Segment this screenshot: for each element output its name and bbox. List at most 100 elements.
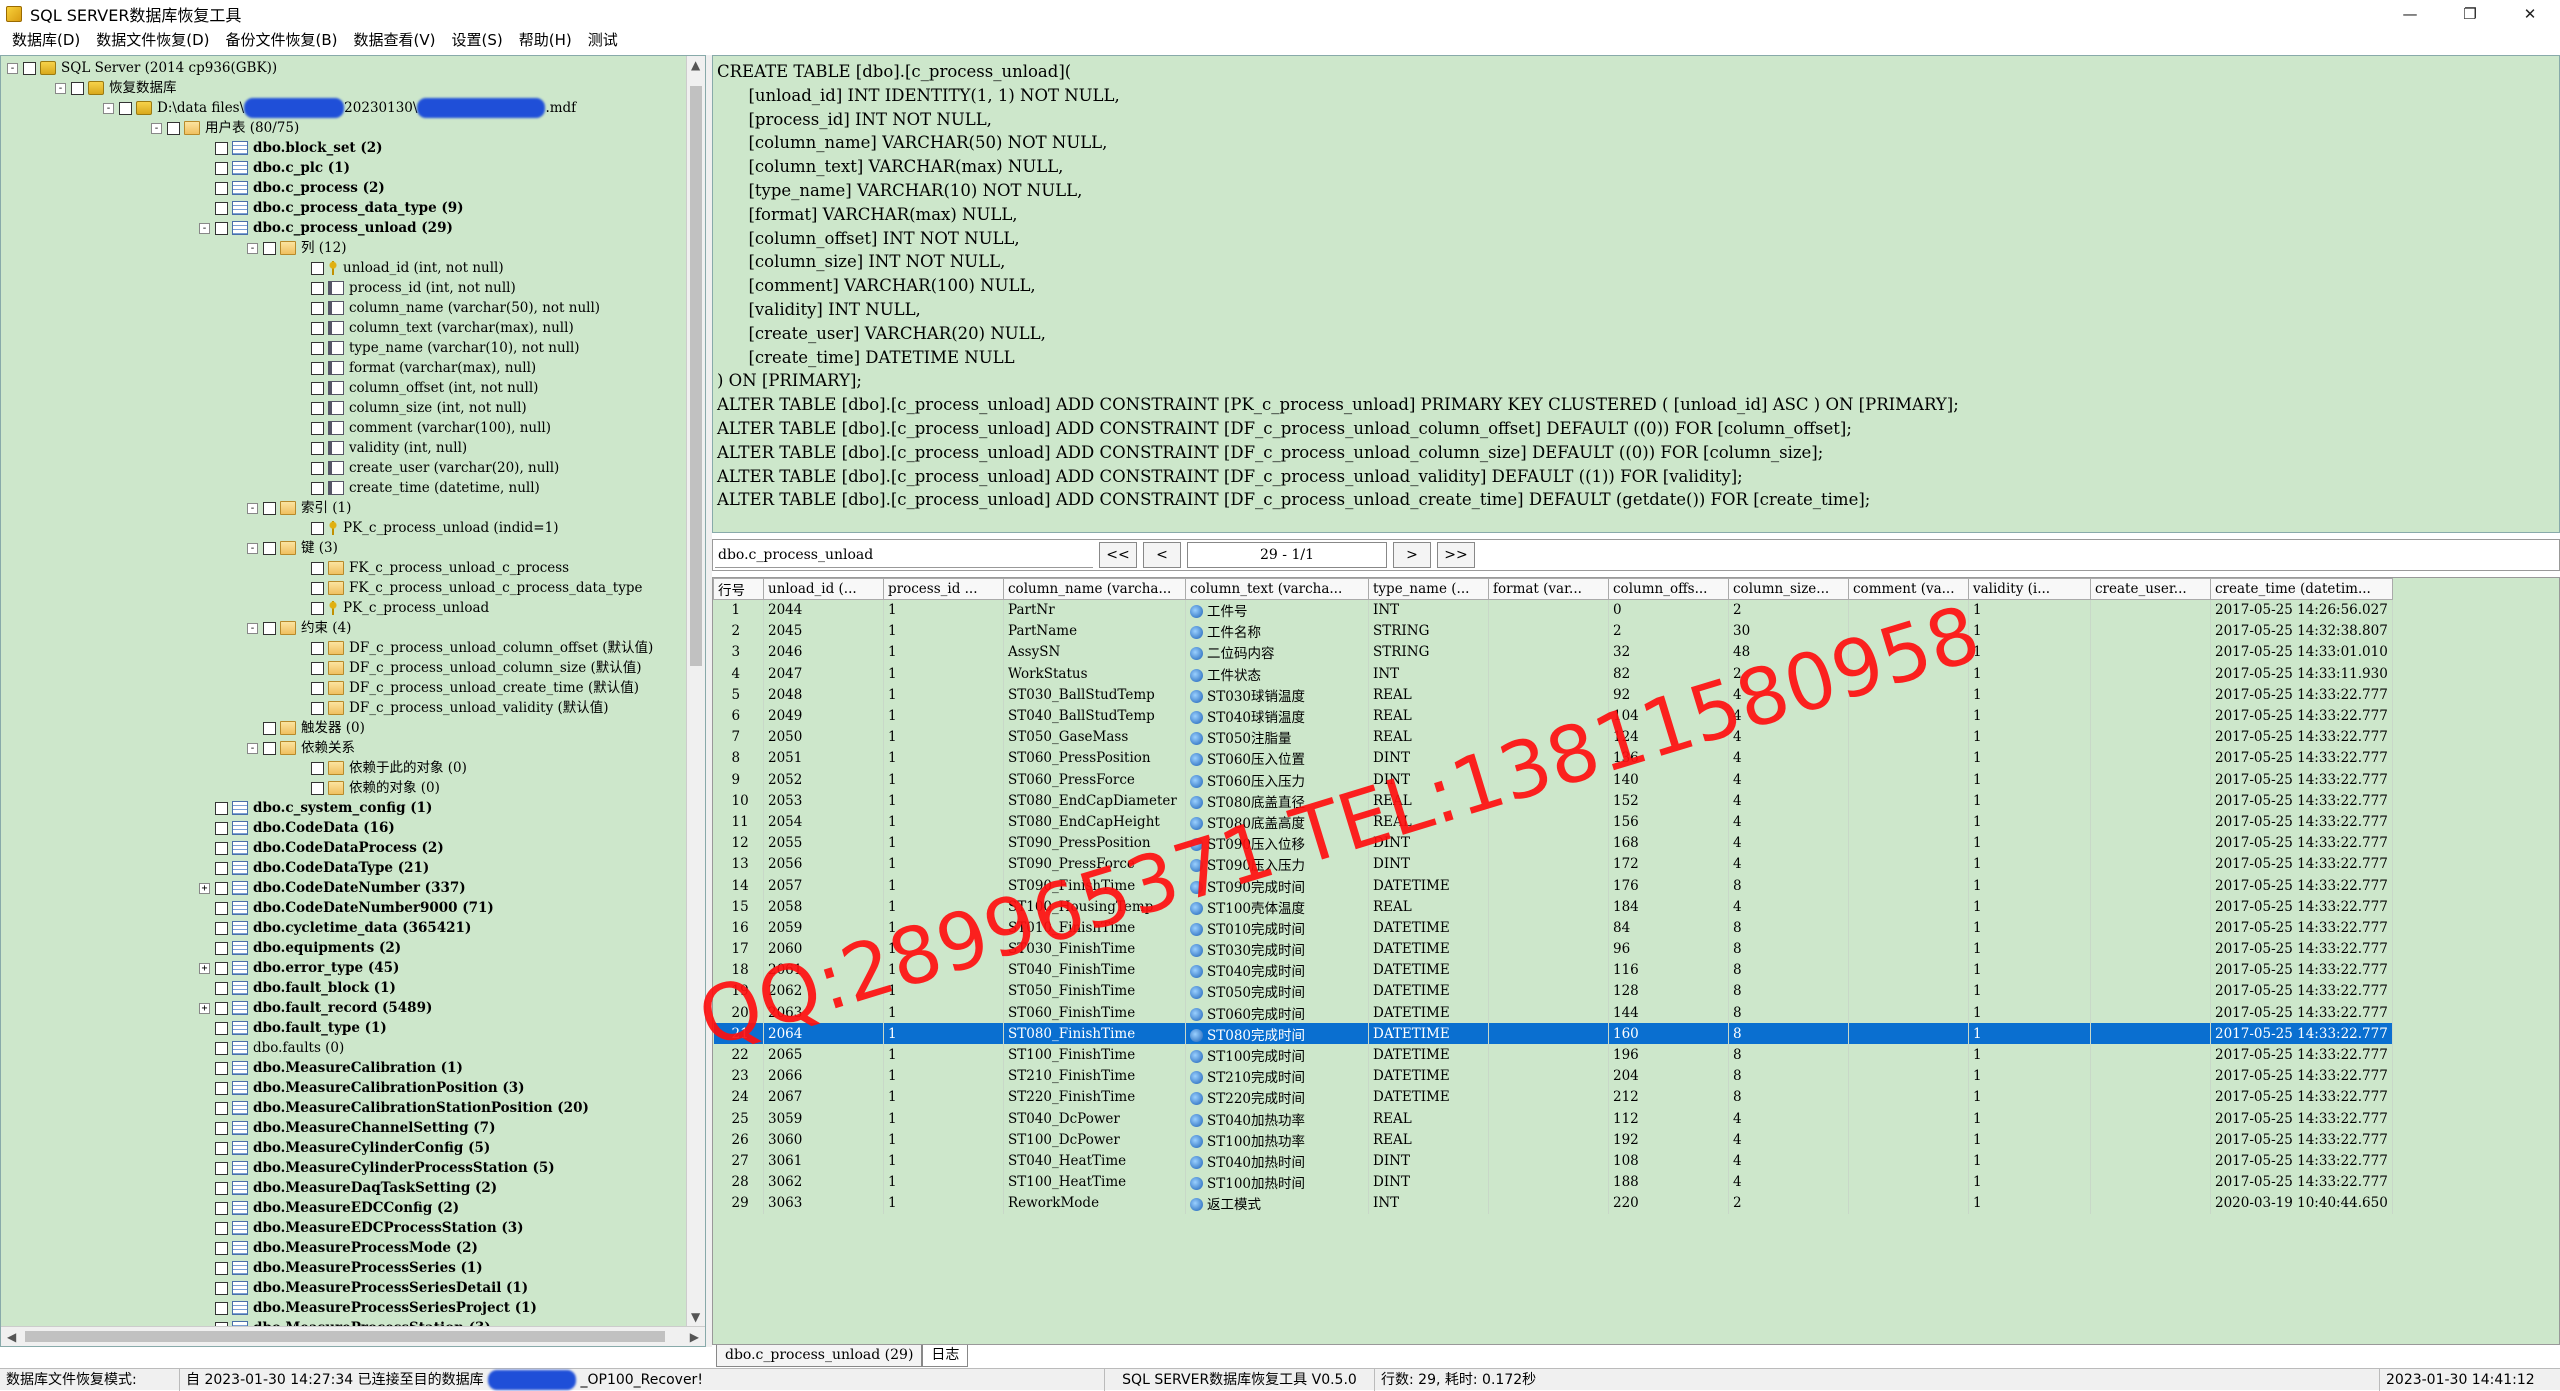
table-cell[interactable]: 2067 [763, 1086, 884, 1108]
table-cell[interactable]: 4 [1728, 896, 1849, 918]
table-cell[interactable]: ST100_DcPower [1003, 1129, 1186, 1151]
table-cell[interactable]: DATETIME [1368, 874, 1489, 897]
table-cell[interactable]: DATETIME [1368, 917, 1489, 939]
tree-node[interactable]: - SQL Server (2014 cp936(GBK)) [7, 58, 277, 78]
table-cell[interactable]: 1 [883, 980, 1004, 1003]
table-cell[interactable]: 工件名称 [1185, 620, 1369, 642]
table-cell[interactable]: 1 [1968, 1129, 2091, 1151]
tree-node[interactable]: format (varchar(max), null) [295, 358, 536, 378]
table-cell[interactable] [1848, 811, 1969, 833]
table-cell[interactable]: ST090压入位移 [1185, 832, 1369, 854]
table-cell[interactable]: ST210完成时间 [1185, 1065, 1369, 1087]
table-cell[interactable]: 1 [883, 1192, 1004, 1214]
table-cell[interactable]: ST080_EndCapDiameter [1003, 790, 1186, 812]
tree-vertical-scrollbar[interactable]: ▲ ▼ [686, 56, 705, 1326]
table-cell[interactable]: 4 [1728, 1108, 1849, 1130]
table-cell[interactable]: ST040_HeatTime [1003, 1150, 1186, 1172]
tree-horizontal-scrollbar[interactable]: ◀ ▶ [1, 1326, 705, 1346]
table-cell[interactable] [1848, 1129, 1969, 1151]
node-checkbox[interactable] [215, 901, 228, 915]
table-row[interactable]: 22 2065 1 ST100_FinishTime ST100完成时间 DATETIME… [713, 1044, 2393, 1066]
node-checkbox[interactable] [215, 961, 228, 975]
table-cell[interactable]: ST090_PressPosition [1003, 832, 1186, 854]
table-cell[interactable]: ST220完成时间 [1185, 1086, 1369, 1108]
table-cell[interactable]: ST060_PressPosition [1003, 747, 1186, 769]
table-cell[interactable]: 8 [1728, 917, 1849, 939]
collapse-icon[interactable]: - [103, 102, 114, 114]
tree-node[interactable]: dbo.MeasureProcessSeriesDetail (1) [199, 1278, 528, 1298]
table-cell[interactable] [1488, 599, 1609, 621]
column-header[interactable]: type_name (... [1368, 578, 1489, 600]
node-checkbox[interactable] [263, 741, 276, 755]
table-cell[interactable]: 1 [883, 1023, 1004, 1045]
table-cell[interactable]: 16 [713, 917, 764, 939]
table-cell[interactable]: 2017-05-25 14:33:22.777 [2210, 853, 2393, 875]
table-cell[interactable]: 2017-05-25 14:33:22.777 [2210, 1129, 2393, 1151]
node-checkbox[interactable] [263, 241, 276, 255]
table-cell[interactable]: 3 [713, 641, 764, 664]
table-cell[interactable]: 188 [1608, 1171, 1729, 1193]
table-cell[interactable]: 2017-05-25 14:33:22.777 [2210, 1044, 2393, 1066]
node-checkbox[interactable] [215, 181, 228, 195]
table-cell[interactable]: ST040完成时间 [1185, 959, 1369, 981]
table-cell[interactable]: DATETIME [1368, 1002, 1489, 1024]
first-page-button[interactable]: << [1099, 542, 1137, 568]
table-cell[interactable]: 1 [883, 1129, 1004, 1151]
table-cell[interactable] [2090, 832, 2211, 854]
table-cell[interactable]: 144 [1608, 1002, 1729, 1024]
menu-help[interactable]: 帮助(H) [511, 27, 580, 54]
table-row[interactable]: 12 2055 1 ST090_PressPosition ST090压入位移 DINT 1… [713, 832, 2393, 854]
table-row[interactable]: 1 2044 1 PartNr 工件号 INT 0 2 1 2017-05-25 14:26:56… [713, 599, 2393, 621]
table-cell[interactable]: ST060压入压力 [1185, 769, 1369, 791]
table-cell[interactable]: PartName [1003, 620, 1186, 642]
table-cell[interactable] [1848, 980, 1969, 1003]
column-header[interactable]: unload_id (... [763, 578, 884, 600]
table-row[interactable]: 18 2061 1 ST040_FinishTime ST040完成时间 DATETIME… [713, 959, 2393, 981]
table-cell[interactable]: 返工模式 [1185, 1192, 1369, 1214]
table-cell[interactable]: 1 [1968, 663, 2091, 685]
tree-node[interactable]: DF_c_process_unload_column_size (默认值) [295, 658, 642, 678]
table-row[interactable]: 25 3059 1 ST040_DcPower ST040加热功率 REAL 112 4 1 20… [713, 1108, 2393, 1130]
table-cell[interactable]: 108 [1608, 1150, 1729, 1172]
table-cell[interactable]: 二位码内容 [1185, 641, 1369, 664]
node-checkbox[interactable] [311, 341, 324, 355]
tree-node[interactable]: comment (varchar(100), null) [295, 418, 551, 438]
table-cell[interactable] [1488, 769, 1609, 791]
table-cell[interactable]: ST010_FinishTime [1003, 917, 1186, 939]
tree-node[interactable]: dbo.c_plc (1) [199, 158, 350, 178]
table-cell[interactable] [1848, 1192, 1969, 1214]
table-cell[interactable]: 1 [1968, 980, 2091, 1003]
table-cell[interactable]: 2046 [763, 641, 884, 664]
table-cell[interactable]: DINT [1368, 853, 1489, 875]
table-cell[interactable]: 8 [1728, 980, 1849, 1003]
table-cell[interactable]: 2062 [763, 980, 884, 1003]
table-cell[interactable]: 1 [883, 1171, 1004, 1193]
table-row[interactable]: 15 2058 1 ST100_HousingTemp ST100壳体温度 REAL 184… [713, 896, 2393, 918]
node-checkbox[interactable] [311, 481, 324, 495]
table-cell[interactable]: 1 [1968, 896, 2091, 918]
table-cell[interactable] [2090, 641, 2211, 664]
table-cell[interactable]: ST100加热功率 [1185, 1129, 1369, 1151]
table-row[interactable]: 3 2046 1 AssySN 二位码内容 STRING 32 48 1 2017-05-25 1… [713, 641, 2393, 664]
node-checkbox[interactable] [263, 501, 276, 515]
table-cell[interactable]: 18 [713, 959, 764, 981]
table-cell[interactable]: DATETIME [1368, 1023, 1489, 1045]
table-cell[interactable]: 160 [1608, 1023, 1729, 1045]
column-header[interactable]: column_offs... [1608, 578, 1729, 600]
table-cell[interactable]: 2017-05-25 14:33:22.777 [2210, 1150, 2393, 1172]
table-cell[interactable]: 0 [1608, 599, 1729, 621]
table-cell[interactable]: DINT [1368, 769, 1489, 791]
table-cell[interactable]: 2017-05-25 14:33:22.777 [2210, 1002, 2393, 1024]
node-checkbox[interactable] [311, 261, 324, 275]
table-cell[interactable]: 8 [713, 747, 764, 769]
table-cell[interactable] [1488, 959, 1609, 981]
scroll-left-icon[interactable]: ◀ [7, 1330, 16, 1344]
table-cell[interactable]: 10 [713, 790, 764, 812]
table-cell[interactable]: 1 [883, 832, 1004, 854]
table-cell[interactable]: ST090_FinishTime [1003, 874, 1186, 897]
table-cell[interactable]: 1 [1968, 726, 2091, 748]
node-checkbox[interactable] [215, 1221, 228, 1235]
table-cell[interactable]: 3063 [763, 1192, 884, 1214]
table-cell[interactable]: 8 [1728, 959, 1849, 981]
table-cell[interactable] [1488, 1171, 1609, 1193]
